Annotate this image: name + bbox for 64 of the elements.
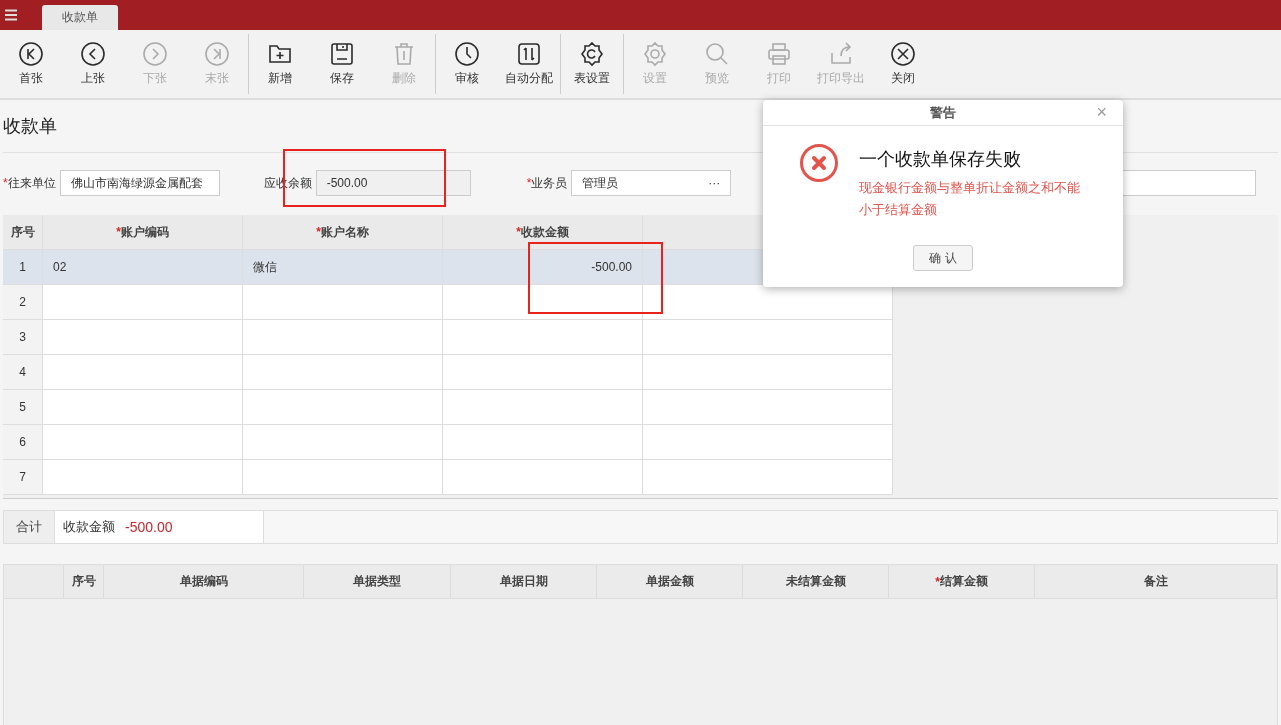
- row-number: 3: [19, 330, 26, 344]
- first-page-icon: [18, 41, 44, 67]
- column-header: 备注: [1035, 565, 1277, 599]
- total-value: -500.00: [125, 519, 173, 535]
- previous-icon: [80, 41, 106, 67]
- column-header: 单据编码: [104, 565, 304, 599]
- table-cell: 02: [53, 260, 67, 274]
- input-field[interactable]: -500.00: [315, 170, 471, 196]
- input-field[interactable]: 管理员 ···: [571, 170, 732, 196]
- row-number: 7: [19, 470, 26, 484]
- toolbar-button[interactable]: 保存: [311, 41, 373, 87]
- export-icon: [828, 41, 854, 67]
- column-header: 序号: [3, 215, 43, 250]
- save-icon: [329, 41, 355, 67]
- table-row[interactable]: 4: [3, 355, 893, 390]
- table-row[interactable]: 7: [3, 460, 893, 495]
- row-number: 6: [19, 435, 26, 449]
- column-header: *账户编码: [43, 215, 243, 250]
- column-header: 单据金额: [597, 565, 743, 599]
- error-icon: [799, 143, 839, 183]
- row-number: 4: [19, 365, 26, 379]
- column-header: 单据日期: [451, 565, 597, 599]
- column-header: 序号: [64, 565, 104, 599]
- tab[interactable]: 收款单: [42, 5, 118, 30]
- toolbar-button[interactable]: 表设置: [561, 41, 623, 87]
- close-icon: [890, 41, 916, 67]
- column-header: 未结算金额: [743, 565, 889, 599]
- last-page-icon: [204, 41, 230, 67]
- table-cell: 微信: [253, 258, 277, 276]
- printer-icon: [766, 41, 792, 67]
- settings-icon: [642, 41, 668, 67]
- toolbar-button[interactable]: 关闭: [872, 41, 934, 87]
- total-field-label: 收款金额: [63, 518, 115, 536]
- more-button[interactable]: ···: [708, 176, 721, 190]
- column-header: *收款金额: [443, 215, 643, 250]
- table-cell: -500.00: [591, 260, 632, 274]
- field-label: *往来单位: [3, 174, 56, 192]
- error-message: 现金银行金额与整单折让金额之和不能小于结算金额: [859, 179, 1081, 219]
- table-row[interactable]: 3: [3, 320, 893, 355]
- dialog-title: 警告: [930, 103, 956, 122]
- input-field[interactable]: 佛山市南海绿源金属配套: [59, 170, 220, 196]
- clock-icon: [454, 41, 480, 67]
- table-row[interactable]: 6: [3, 425, 893, 460]
- menu-icon[interactable]: [4, 9, 18, 21]
- field-label: *业务员: [526, 174, 568, 192]
- confirm-button[interactable]: 确 认: [913, 245, 973, 271]
- column-header: *结算金额: [889, 565, 1035, 599]
- toolbar-button[interactable]: 自动分配: [498, 41, 560, 87]
- toolbar-button[interactable]: 上张: [62, 41, 124, 87]
- next-icon: [142, 41, 168, 67]
- table-row[interactable]: 5: [3, 390, 893, 425]
- search-icon: [704, 41, 730, 67]
- toolbar-button[interactable]: 新增: [249, 41, 311, 87]
- toolbar-button[interactable]: 审核: [436, 41, 498, 87]
- toolbar-button[interactable]: 首张: [0, 41, 62, 87]
- row-number: 5: [19, 400, 26, 414]
- gear-icon: [579, 41, 605, 67]
- column-header: 单据类型: [304, 565, 451, 599]
- total-label: 合计: [16, 518, 42, 536]
- row-number: 1: [19, 260, 26, 274]
- column-header: *账户名称: [243, 215, 443, 250]
- table-row[interactable]: 2: [3, 285, 893, 320]
- row-number: 2: [19, 295, 26, 309]
- arrows-updown-icon: [516, 41, 542, 67]
